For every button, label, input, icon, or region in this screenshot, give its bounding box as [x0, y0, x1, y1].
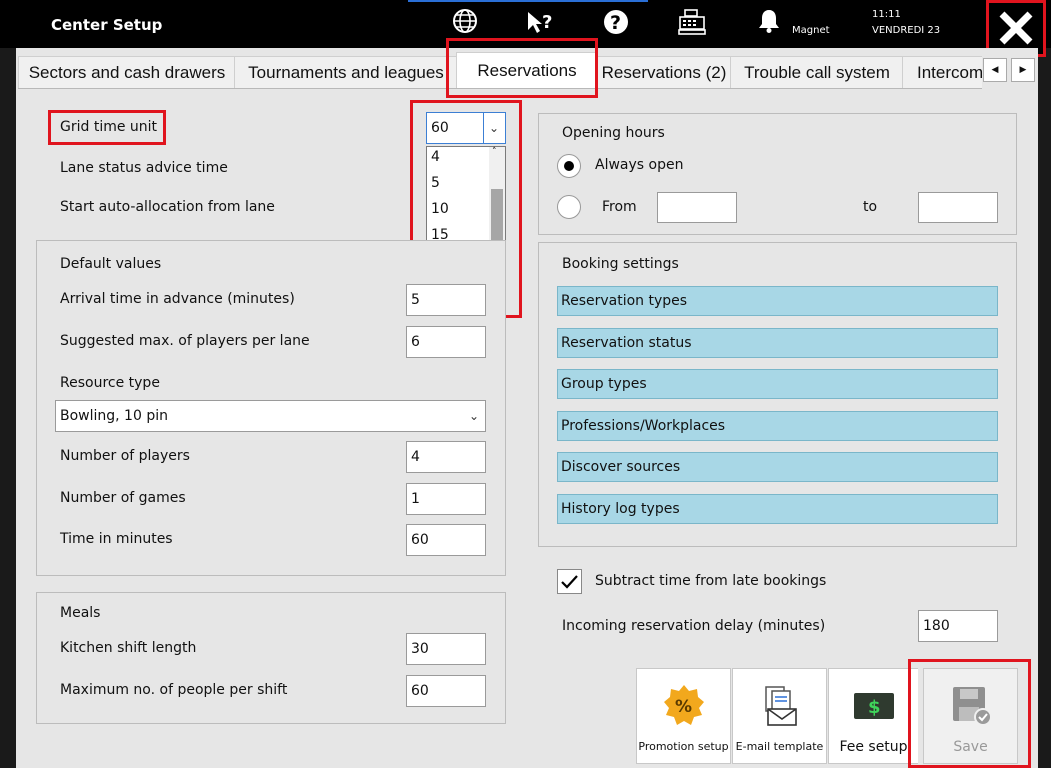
discover-sources-button[interactable]: Discover sources	[557, 452, 998, 482]
cash-register-icon[interactable]	[677, 8, 707, 38]
start-auto-allocation-label: Start auto-allocation from lane	[60, 199, 275, 215]
notification-user-label: Magnet	[792, 25, 830, 36]
clock-time: 11:11	[872, 9, 901, 20]
kitchen-shift-field[interactable]: 30	[406, 633, 486, 665]
left-edge	[0, 48, 16, 768]
window-title: Center Setup	[51, 16, 163, 34]
promotion-setup-label: Promotion setup	[638, 740, 729, 753]
arrival-time-label: Arrival time in advance (minutes)	[60, 291, 295, 307]
tab-scroll-right-button[interactable]: ▶	[1011, 58, 1035, 82]
number-of-players-label: Number of players	[60, 448, 190, 464]
reservation-types-button[interactable]: Reservation types	[557, 286, 998, 316]
tab-trouble-call[interactable]: Trouble call system	[730, 56, 904, 88]
lane-status-label: Lane status advice time	[60, 160, 228, 176]
number-of-players-field[interactable]: 4	[406, 441, 486, 473]
svg-text:?: ?	[542, 12, 552, 33]
tab-intercom[interactable]: Intercom	[902, 56, 982, 88]
to-time-field[interactable]	[918, 192, 998, 223]
clock-day: VENDREDI 23	[872, 25, 941, 36]
help-pointer-icon[interactable]: ?	[525, 8, 555, 38]
fee-setup-button[interactable]: $ Fee setup	[828, 668, 918, 764]
always-open-label: Always open	[595, 157, 684, 173]
meals-title: Meals	[60, 605, 101, 621]
always-open-radio[interactable]	[557, 154, 581, 178]
chevron-down-icon[interactable]: ⌄	[469, 401, 479, 431]
checkmark-icon	[561, 575, 578, 589]
time-in-minutes-label: Time in minutes	[60, 531, 173, 547]
resource-type-label: Resource type	[60, 375, 160, 391]
suggested-max-field[interactable]: 6	[406, 326, 486, 358]
tab-sectors[interactable]: Sectors and cash drawers	[18, 56, 236, 88]
money-icon: $	[853, 693, 894, 719]
incoming-delay-label: Incoming reservation delay (minutes)	[562, 618, 826, 634]
email-template-label: E-mail template	[735, 740, 824, 753]
from-time-field[interactable]	[657, 192, 737, 223]
group-types-button[interactable]: Group types	[557, 369, 998, 399]
reservation-status-button[interactable]: Reservation status	[557, 328, 998, 358]
resource-type-value: Bowling, 10 pin	[60, 408, 168, 424]
highlight-grid-time-label	[48, 110, 166, 145]
arrival-time-field[interactable]: 5	[406, 284, 486, 316]
active-indicator	[408, 0, 648, 2]
professions-button[interactable]: Professions/Workplaces	[557, 411, 998, 441]
tab-scroll-left-button[interactable]: ◀	[983, 58, 1007, 82]
from-radio[interactable]	[557, 195, 581, 219]
promotion-badge-icon: %	[663, 685, 704, 725]
subtract-time-checkbox[interactable]	[557, 569, 582, 594]
fee-setup-label: Fee setup	[839, 739, 908, 755]
max-people-label: Maximum no. of people per shift	[60, 682, 288, 698]
number-of-games-field[interactable]: 1	[406, 483, 486, 515]
subtract-time-label: Subtract time from late bookings	[595, 573, 827, 589]
email-template-icon	[764, 686, 797, 726]
history-log-types-button[interactable]: History log types	[557, 494, 998, 524]
tab-reservations-2[interactable]: Reservations (2)	[596, 56, 732, 88]
resource-type-select[interactable]: Bowling, 10 pin ⌄	[55, 400, 486, 432]
time-in-minutes-field[interactable]: 60	[406, 524, 486, 556]
kitchen-shift-label: Kitchen shift length	[60, 640, 197, 656]
bell-icon[interactable]	[754, 8, 784, 38]
svg-text:?: ?	[610, 12, 621, 34]
svg-text:%: %	[675, 697, 692, 717]
svg-text:$: $	[868, 697, 881, 718]
help-icon[interactable]: ?	[601, 8, 631, 38]
tab-tournaments[interactable]: Tournaments and leagues	[234, 56, 458, 88]
opening-hours-title: Opening hours	[562, 125, 665, 141]
promotion-setup-button[interactable]: % Promotion setup	[636, 668, 731, 764]
suggested-max-label: Suggested max. of players per lane	[60, 333, 310, 349]
booking-settings-title: Booking settings	[562, 256, 679, 272]
incoming-delay-field[interactable]: 180	[918, 610, 998, 642]
max-people-field[interactable]: 60	[406, 675, 486, 707]
close-icon	[999, 11, 1033, 45]
highlight-reservations-tab	[446, 38, 598, 98]
highlight-save-button	[908, 659, 1031, 768]
to-label: to	[863, 199, 878, 215]
email-template-button[interactable]: E-mail template	[732, 668, 827, 764]
from-label: From	[602, 199, 637, 215]
number-of-games-label: Number of games	[60, 490, 186, 506]
globe-icon[interactable]	[450, 8, 480, 38]
default-values-title: Default values	[60, 256, 162, 272]
